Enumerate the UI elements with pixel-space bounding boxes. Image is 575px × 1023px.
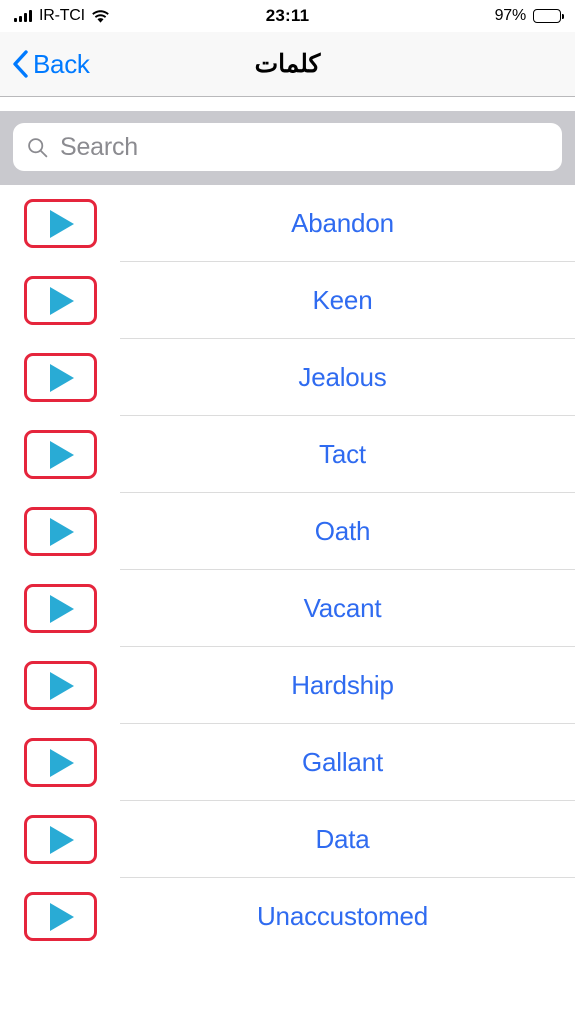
list-item[interactable]: Jealous [0,339,575,416]
list-item[interactable]: Keen [0,262,575,339]
play-icon [50,286,74,315]
word-label: Jealous [298,362,387,392]
word-label: Vacant [303,593,382,623]
search-spacer [0,97,575,111]
play-icon [50,825,74,854]
play-button[interactable] [23,199,97,248]
app-screen: IR-TCI 23:11 97% Back كلمات Search Aband… [0,0,575,1023]
play-button[interactable] [23,661,97,710]
word-label: Keen [312,285,373,315]
status-bar: IR-TCI 23:11 97% [0,0,575,32]
back-button-label: Back [33,48,90,79]
list-item[interactable]: Oath [0,493,575,570]
play-button[interactable] [23,507,97,556]
word-label: Hardship [291,670,394,700]
word-cell[interactable]: Tact [120,416,575,493]
word-label: Tact [319,439,366,469]
play-cell [0,276,120,325]
play-button[interactable] [23,353,97,402]
word-list: Abandon Keen Jealous Tact Oath Vacant Hardship… [0,185,575,955]
play-cell [0,199,120,248]
word-cell[interactable]: Gallant [120,724,575,801]
play-cell [0,430,120,479]
word-cell[interactable]: Jealous [120,339,575,416]
play-icon [50,671,74,700]
play-cell [0,661,120,710]
word-cell[interactable]: Vacant [120,570,575,647]
word-label: Data [315,824,370,854]
play-icon [50,517,74,546]
play-cell [0,892,120,941]
word-cell[interactable]: Oath [120,493,575,570]
play-icon [50,363,74,392]
play-button[interactable] [23,276,97,325]
word-label: Unaccustomed [256,901,429,931]
word-cell[interactable]: Abandon [120,185,575,262]
list-item[interactable]: Data [0,801,575,878]
play-cell [0,815,120,864]
play-cell [0,507,120,556]
word-label: Abandon [291,208,394,238]
play-icon [50,440,74,469]
play-icon [50,902,74,931]
word-cell[interactable]: Unaccustomed [120,878,575,955]
play-button[interactable] [23,584,97,633]
play-button[interactable] [23,738,97,787]
list-item[interactable]: Abandon [0,185,575,262]
play-button[interactable] [23,815,97,864]
word-label: Oath [314,516,371,546]
nav-bar: Back كلمات [0,32,575,97]
search-icon [27,137,48,158]
search-input[interactable]: Search [60,133,138,162]
word-cell[interactable]: Keen [120,262,575,339]
list-item[interactable]: Unaccustomed [0,878,575,955]
word-cell[interactable]: Hardship [120,647,575,724]
chevron-left-icon [12,50,28,78]
word-label: Gallant [302,747,383,777]
clock-label: 23:11 [265,6,310,25]
play-icon [50,748,74,777]
play-button[interactable] [23,892,97,941]
list-item[interactable]: Vacant [0,570,575,647]
search-bar-container: Search [0,111,575,185]
search-field[interactable]: Search [13,123,562,171]
play-icon [50,594,74,623]
back-button[interactable]: Back [0,49,90,80]
battery-icon [533,9,564,23]
play-cell [0,353,120,402]
play-cell [0,584,120,633]
list-item[interactable]: Gallant [0,724,575,801]
play-button[interactable] [23,430,97,479]
word-cell[interactable]: Data [120,801,575,878]
status-bar-right: 97% [494,7,564,25]
list-item[interactable]: Tact [0,416,575,493]
list-item[interactable]: Hardship [0,647,575,724]
play-cell [0,738,120,787]
battery-percent-label: 97% [494,7,527,24]
play-icon [50,209,74,238]
